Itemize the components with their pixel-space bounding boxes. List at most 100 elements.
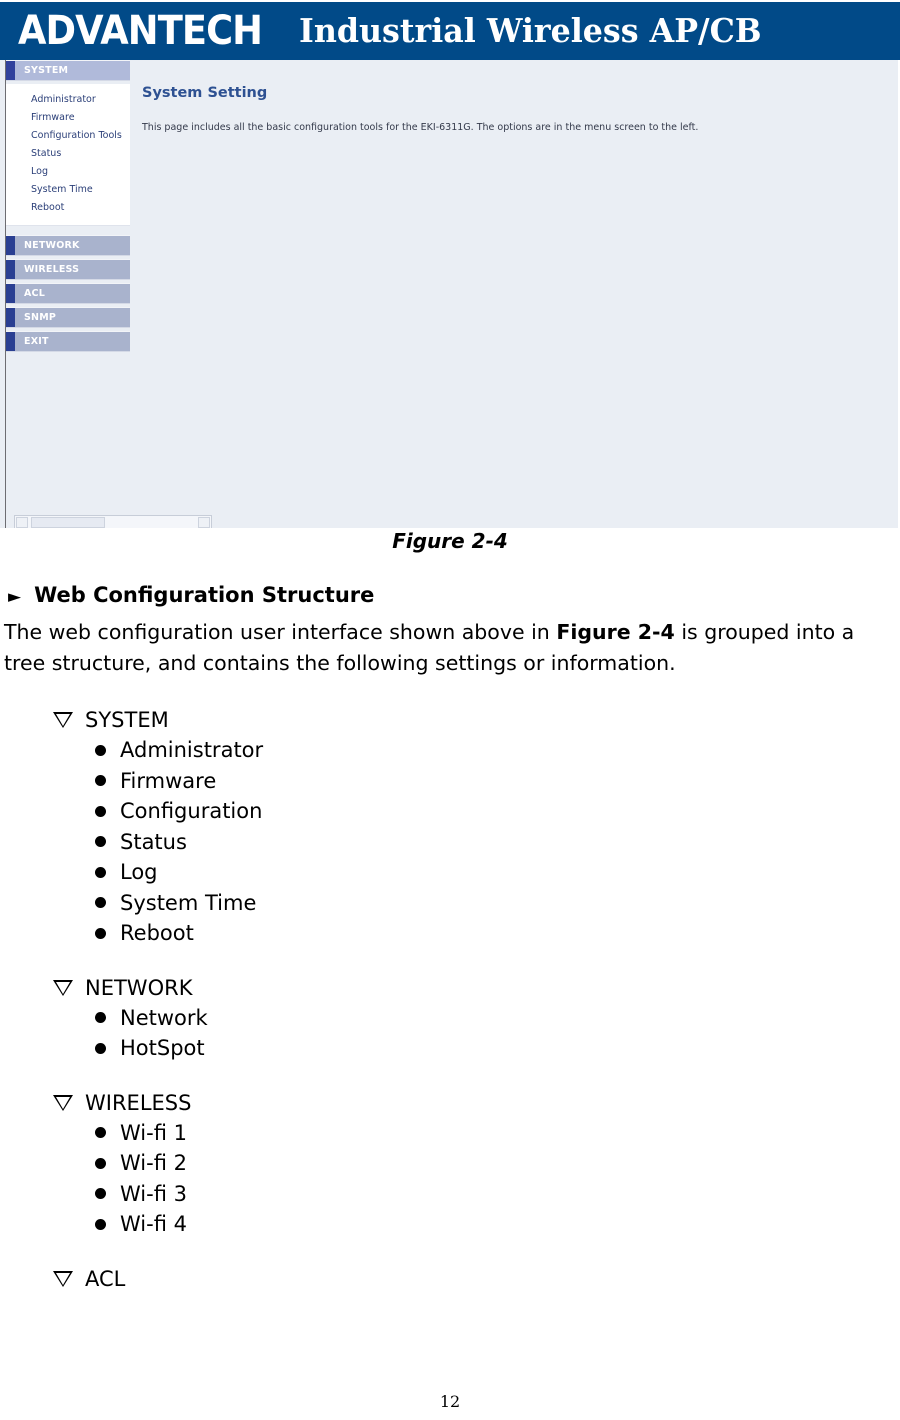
sidebar-item-network[interactable]: NETWORK: [6, 235, 130, 256]
bullet-icon: [95, 836, 106, 848]
list-item: Status: [0, 827, 900, 858]
page-description: This page includes all the basic configu…: [142, 122, 699, 133]
nav-tab-accent-icon: [6, 61, 15, 80]
tree-group-label: WIRELESS: [85, 1090, 192, 1115]
sidebar-item-acl[interactable]: ACL: [6, 283, 130, 304]
content-pane: System Setting This page includes all th…: [131, 60, 898, 528]
tree-group-heading: ACL: [0, 1264, 900, 1294]
list-item: Configuration: [0, 796, 900, 827]
tree-item-label: System Time: [120, 890, 257, 915]
tree-item-label: Network: [120, 1005, 208, 1030]
nav-tab-accent-icon: [6, 332, 15, 351]
sidebar-item-system[interactable]: SYSTEM: [6, 60, 130, 81]
tree-group-wireless: WIRELESS Wi-fi 1 Wi-fi 2 Wi-fi 3 Wi-fi 4: [0, 1088, 900, 1240]
figure-caption: Figure 2-4: [392, 529, 508, 553]
sidebar-subitem-administrator[interactable]: Administrator: [6, 90, 130, 108]
bullet-icon: [95, 927, 106, 939]
tree-item-label: Wi-fi 2: [120, 1151, 187, 1175]
bullet-icon: [95, 744, 106, 756]
sidebar-subitem-configuration-tools[interactable]: Configuration Tools: [6, 126, 130, 144]
tree-group-heading: SYSTEM: [0, 705, 900, 735]
nav-tab-accent-icon: [6, 260, 15, 279]
nav-tab-accent-icon: [6, 236, 15, 255]
tree-item-label: Administrator: [120, 738, 264, 762]
tree-item-label: Wi-fi 1: [120, 1120, 187, 1145]
sidebar-item-label: WIRELESS: [24, 263, 80, 275]
tree-group-label: ACL: [85, 1266, 126, 1291]
sidebar-item-snmp[interactable]: SNMP: [6, 307, 130, 328]
sidebar-subitem-firmware[interactable]: Firmware: [6, 108, 130, 126]
tree-item-label: Status: [120, 829, 187, 854]
app-header-banner: ADVANTECH Industrial Wireless AP/CB: [0, 2, 900, 60]
section-heading-label: Web Configuration Structure: [34, 583, 375, 607]
sidebar-item-exit[interactable]: EXIT: [6, 331, 130, 352]
sidebar-nav: SYSTEM Administrator Firmware Configurat…: [6, 60, 130, 528]
bullet-icon: [95, 1157, 106, 1169]
tree-group-label: NETWORK: [85, 975, 193, 1000]
scrollbar-thumb[interactable]: [31, 517, 105, 528]
tree-group-acl: ACL: [0, 1264, 900, 1294]
figure-screenshot: ADVANTECH Industrial Wireless AP/CB SYST…: [0, 0, 900, 553]
list-item: System Time: [0, 888, 900, 919]
sidebar-subitem-reboot[interactable]: Reboot: [6, 198, 130, 216]
list-item: Wi-fi 4: [0, 1209, 900, 1240]
tree-item-label: Configuration: [120, 799, 263, 823]
sidebar-item-label: ACL: [24, 287, 45, 299]
structure-tree: SYSTEM Administrator Firmware Configurat…: [0, 678, 900, 1294]
scroll-left-arrow-icon[interactable]: [16, 517, 28, 528]
bullet-icon: [95, 1218, 106, 1230]
bullet-icon: [95, 1042, 106, 1054]
list-item: Wi-fi 2: [0, 1148, 900, 1179]
bullet-icon: [95, 866, 106, 878]
tree-item-label: Wi-fi 3: [120, 1181, 187, 1206]
tree-group-heading: WIRELESS: [0, 1088, 900, 1118]
paragraph-figure-reference: Figure 2-4: [556, 620, 675, 644]
list-item: Wi-fi 3: [0, 1179, 900, 1210]
sidebar-item-label: NETWORK: [24, 239, 80, 251]
bullet-icon: [95, 775, 106, 787]
sidebar-item-label: SNMP: [24, 311, 57, 323]
triangle-right-icon: ►: [8, 587, 22, 607]
tree-item-label: Reboot: [120, 921, 194, 945]
triangle-down-icon: [53, 979, 73, 996]
page-title: System Setting: [142, 85, 268, 101]
bullet-icon: [95, 1127, 106, 1139]
advantech-logo: ADVANTECH: [18, 8, 263, 54]
list-item: HotSpot: [0, 1033, 900, 1064]
triangle-down-icon: [53, 712, 73, 728]
sidebar-subitem-log[interactable]: Log: [6, 162, 130, 180]
scroll-right-arrow-icon[interactable]: [198, 517, 210, 528]
app-body: SYSTEM Administrator Firmware Configurat…: [0, 60, 900, 528]
list-item: Network: [0, 1003, 900, 1034]
list-item: Wi-fi 1: [0, 1118, 900, 1149]
bullet-icon: [95, 1188, 106, 1200]
horizontal-scrollbar[interactable]: [14, 515, 212, 528]
bullet-icon: [95, 805, 106, 817]
tree-item-label: Wi-fi 4: [120, 1212, 187, 1236]
tree-item-label: Log: [120, 860, 158, 884]
paragraph-text-before: The web configuration user interface sho…: [4, 620, 557, 644]
tree-group-label: SYSTEM: [85, 708, 169, 732]
nav-tab-accent-icon: [6, 308, 15, 327]
sidebar-item-wireless[interactable]: WIRELESS: [6, 259, 130, 280]
triangle-down-icon: [53, 1270, 73, 1287]
tree-group-heading: NETWORK: [0, 973, 900, 1003]
sidebar-submenu-system: Administrator Firmware Configuration Too…: [6, 84, 130, 226]
tree-group-system: SYSTEM Administrator Firmware Configurat…: [0, 705, 900, 949]
list-item: Administrator: [0, 735, 900, 766]
document-body: ► Web Configuration Structure The web co…: [0, 580, 900, 1294]
sidebar-subitem-system-time[interactable]: System Time: [6, 180, 130, 198]
nav-tab-accent-icon: [6, 284, 15, 303]
tree-item-label: HotSpot: [120, 1036, 205, 1060]
bullet-icon: [95, 897, 106, 909]
app-title: Industrial Wireless AP/CB: [299, 11, 762, 50]
list-item: Reboot: [0, 918, 900, 949]
triangle-down-icon: [53, 1094, 73, 1111]
sidebar-item-label: EXIT: [24, 335, 49, 347]
section-heading: ► Web Configuration Structure: [0, 580, 900, 612]
sidebar-subitem-status[interactable]: Status: [6, 144, 130, 162]
list-item: Firmware: [0, 766, 900, 797]
tree-group-network: NETWORK Network HotSpot: [0, 973, 900, 1064]
tree-item-label: Firmware: [120, 768, 217, 793]
